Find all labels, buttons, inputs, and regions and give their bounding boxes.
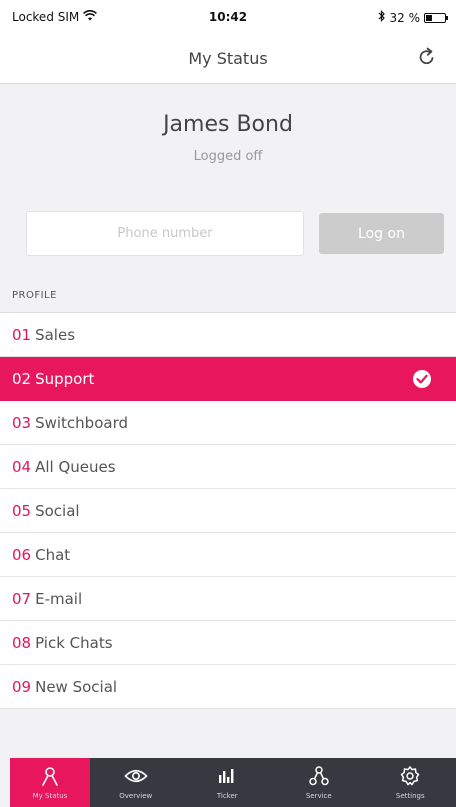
tab-settings[interactable]: Settings	[365, 758, 456, 807]
bluetooth-icon	[378, 10, 386, 25]
tab-ticker[interactable]: Ticker	[182, 758, 274, 807]
eye-icon	[124, 765, 148, 787]
profile-item-label: Social	[35, 501, 80, 520]
tab-service[interactable]: Service	[273, 758, 365, 807]
battery-fill	[426, 14, 433, 21]
checkmark-icon	[413, 370, 431, 388]
profile-item-label: New Social	[35, 677, 118, 696]
profile-item-number: 04	[12, 457, 32, 476]
profile-item-social[interactable]: 05 Social	[0, 489, 456, 533]
battery-percent: 32 %	[389, 10, 421, 25]
profile-item-switchboard[interactable]: 03 Switchboard	[0, 401, 456, 445]
profile-item-all-queues[interactable]: 04 All Queues	[0, 445, 456, 489]
profile-item-number: 02	[12, 369, 32, 388]
status-bar: Locked SIM 10:42 32 %	[0, 0, 456, 34]
log-on-button[interactable]: Log on	[319, 213, 444, 254]
profile-item-label: Support	[35, 369, 95, 388]
tab-label: My Status	[32, 792, 68, 800]
profile-item-label: Pick Chats	[35, 633, 113, 652]
profile-item-number: 09	[12, 677, 32, 696]
profile-item-number: 06	[12, 545, 32, 564]
profile-item-pick-chats[interactable]: 08 Pick Chats	[0, 621, 456, 665]
status-right: 32 %	[378, 10, 448, 25]
tab-overview[interactable]: Overview	[90, 758, 182, 807]
tab-label: Overview	[119, 792, 153, 800]
profile-item-number: 03	[12, 413, 32, 432]
battery-icon	[424, 12, 448, 23]
person-icon	[38, 765, 62, 787]
profile-item-label: Sales	[35, 325, 76, 344]
gear-icon	[398, 765, 422, 787]
tab-label: Ticker	[216, 792, 238, 800]
profile-section-header: PROFILE	[12, 290, 57, 301]
user-name: James Bond	[163, 112, 293, 137]
profile-item-number: 01	[12, 325, 32, 344]
refresh-icon	[417, 47, 437, 71]
user-summary: James Bond Logged off	[0, 112, 456, 164]
profile-item-chat[interactable]: 06 Chat	[0, 533, 456, 577]
profile-item-number: 05	[12, 501, 32, 520]
tab-label: Settings	[395, 792, 425, 800]
page-title: My Status	[188, 49, 268, 68]
profile-item-label: Switchboard	[35, 413, 129, 432]
nav-bar: My Status	[0, 34, 456, 84]
bar-chart-icon	[215, 765, 239, 787]
tab-bar: My Status Overview Ticker Service Settin…	[10, 758, 456, 807]
profile-item-new-social[interactable]: 09 New Social	[0, 665, 456, 709]
profile-item-label: Chat	[35, 545, 71, 564]
network-icon	[307, 765, 331, 787]
profile-item-number: 08	[12, 633, 32, 652]
profile-item-sales[interactable]: 01 Sales	[0, 313, 456, 357]
profile-item-label: E-mail	[35, 589, 83, 608]
tab-label: Service	[305, 792, 332, 800]
profile-item-label: All Queues	[35, 457, 116, 476]
phone-number-input[interactable]	[26, 211, 304, 256]
user-status: Logged off	[193, 149, 263, 164]
refresh-button[interactable]	[410, 42, 444, 76]
profile-list: 01 Sales 02 Support 03 Switchboard 04 Al…	[0, 312, 456, 709]
profile-item-email[interactable]: 07 E-mail	[0, 577, 456, 621]
profile-item-number: 07	[12, 589, 32, 608]
tab-my-status[interactable]: My Status	[10, 758, 90, 807]
profile-item-support[interactable]: 02 Support	[0, 357, 456, 401]
